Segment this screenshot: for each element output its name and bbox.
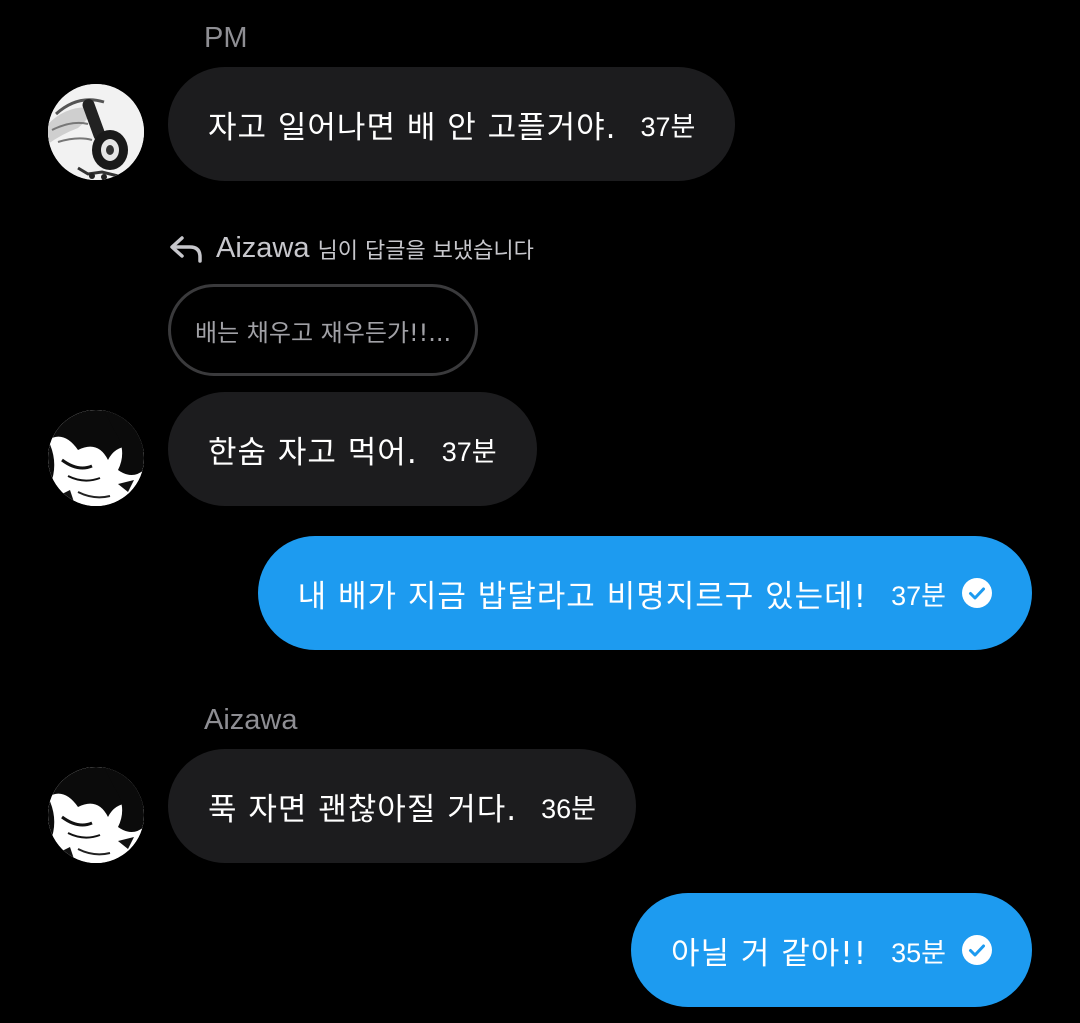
reply-indicator: Aizawa 님이 답글을 보냈습니다 — [168, 232, 534, 265]
quoted-text: 배는 채우고 재우든가!!... — [195, 318, 452, 347]
message-time: 35분 — [891, 937, 946, 968]
avatar-image — [48, 84, 144, 180]
message-text: 자고 일어나면 배 안 고플거야. — [208, 109, 617, 146]
message-bubble-outgoing[interactable]: 내 배가 지금 밥달라고 비명지르구 있는데! 37분 — [257, 536, 1032, 650]
read-check-icon — [962, 935, 992, 965]
sender-name: Aizawa — [204, 704, 298, 736]
message-time: 37분 — [441, 436, 497, 467]
message-time: 36분 — [541, 793, 596, 824]
message-text: 한숨 자고 먹어. — [208, 434, 418, 471]
message-text: 내 배가 지금 밥달라고 비명지르구 있는데! — [297, 578, 868, 615]
avatar-image — [48, 410, 144, 506]
message-bubble-outgoing[interactable]: 아닐 거 같아!! 35분 — [630, 893, 1032, 1007]
message-bubble[interactable]: 푹 자면 괜찮아질 거다. 36분 — [168, 749, 636, 863]
avatar-image — [48, 767, 144, 863]
message-bubble[interactable]: 한숨 자고 먹어. 37분 — [168, 392, 537, 506]
message-text: 푹 자면 괜찮아질 거다. — [208, 791, 518, 828]
avatar[interactable] — [48, 84, 144, 180]
avatar[interactable] — [48, 767, 144, 863]
reply-arrow-icon — [170, 235, 202, 263]
message-time: 37분 — [640, 111, 696, 142]
message-bubble[interactable]: 자고 일어나면 배 안 고플거야. 37분 — [168, 67, 736, 181]
reply-author: Aizawa — [216, 232, 310, 264]
message-time: 37분 — [891, 580, 946, 611]
reply-label: 님이 답글을 보냈습니다 — [317, 238, 534, 264]
read-check-icon — [962, 578, 992, 608]
message-text: 아닐 거 같아!! — [670, 935, 868, 972]
sender-name: PM — [204, 22, 248, 54]
quoted-message[interactable]: 배는 채우고 재우든가!!... — [168, 284, 479, 376]
avatar[interactable] — [48, 410, 144, 506]
